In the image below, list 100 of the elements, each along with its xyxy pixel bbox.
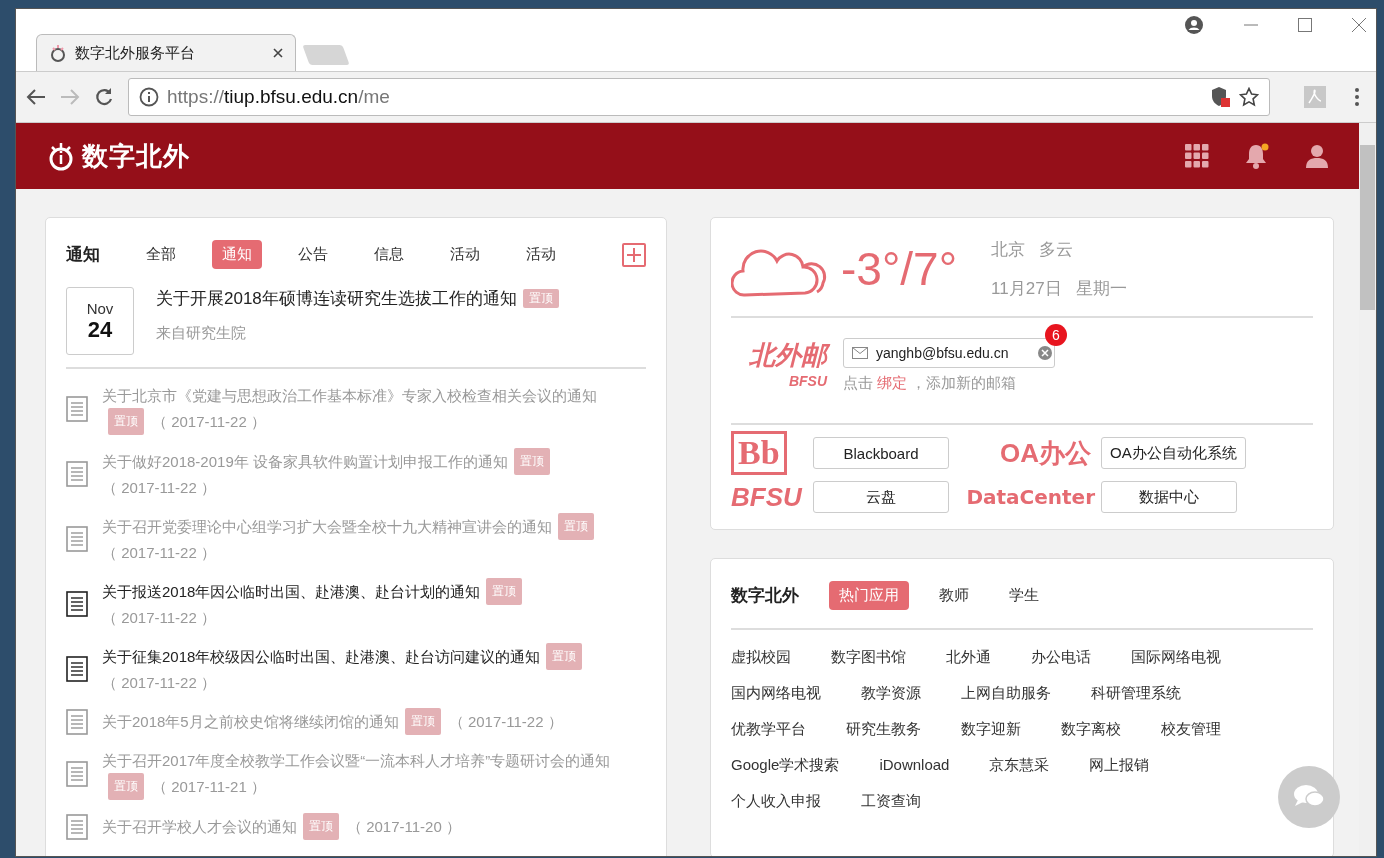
pinned-tag: 置顶 (303, 813, 339, 840)
notice-date: （ 2017-11-20 ） (347, 818, 461, 835)
system-logo: BFSU (731, 481, 804, 513)
date-text: 11月27日 (991, 278, 1062, 300)
document-icon (66, 708, 88, 735)
pinned-tag: 置顶 (404, 708, 441, 735)
system-logo: DataCenter (966, 485, 1095, 509)
plus-icon (627, 247, 641, 262)
app-link[interactable]: 工资查询 (861, 792, 921, 811)
notice-date: （ 2017-11-22 ） (102, 544, 216, 561)
category-tab[interactable]: 公告 (288, 240, 338, 269)
star-icon[interactable] (1239, 87, 1259, 107)
category-tab[interactable]: 信息 (364, 240, 414, 269)
app-category-tab[interactable]: 教师 (929, 581, 979, 610)
category-tab[interactable]: 活动 (516, 240, 566, 269)
document-icon (66, 396, 88, 422)
app-link[interactable]: 科研管理系统 (1091, 684, 1181, 703)
document-icon (66, 591, 88, 617)
notice-link[interactable]: 关于报送2018年因公临时出国、赴港澳、赴台计划的通知 置顶 （ 2017-11-22 ） (102, 578, 632, 630)
app-link[interactable]: 虚拟校园 (731, 648, 791, 667)
app-link[interactable]: 办公电话 (1031, 648, 1091, 667)
url-text: https://tiup.bfsu.edu.cn/me (167, 86, 391, 108)
menu-icon[interactable] (1354, 87, 1360, 107)
app-link[interactable]: 数字图书馆 (831, 648, 906, 667)
weekday-text: 星期一 (1075, 278, 1127, 300)
city-text: 北京 (991, 239, 1026, 261)
shield-icon[interactable] (1211, 86, 1231, 108)
app-category-tab[interactable]: 学生 (999, 581, 1049, 610)
app-link[interactable]: 数字迎新 (961, 720, 1021, 739)
date-day: 24 (87, 316, 113, 343)
system-logo: OA办公 (1000, 436, 1091, 470)
mail-logo-subtext: BFSU (788, 373, 827, 389)
app-link[interactable]: 研究生教务 (846, 720, 921, 739)
notice-date: （ 2017-11-21 ） (152, 778, 266, 795)
pinned-tag: 置顶 (108, 408, 144, 435)
pinned-tag: 置顶 (513, 448, 550, 475)
site-logo[interactable]: 数字北外 (82, 138, 190, 174)
featured-notice-title[interactable]: 关于开展2018年硕博连读研究生选拔工作的通知 置顶 (156, 287, 567, 310)
tab-title: 数字北外服务平台 (75, 43, 196, 63)
notice-date: （ 2017-11-22 ） (102, 479, 216, 496)
app-link[interactable]: 网上报销 (1089, 756, 1150, 775)
bell-icon[interactable] (1243, 142, 1271, 170)
card-title: 数字北外 (731, 585, 799, 607)
info-icon (139, 87, 159, 107)
pinned-tag: 置顶 (108, 773, 144, 800)
close-icon[interactable] (1352, 18, 1366, 32)
app-link[interactable]: 国际网络电视 (1131, 648, 1221, 667)
bind-hint-text: 点击 绑定 ，添加新的邮箱 (843, 374, 1018, 393)
document-icon (66, 526, 88, 552)
app-link[interactable]: Google学术搜索 (731, 756, 840, 775)
browser-tab[interactable]: 数字北外服务平台 (36, 34, 296, 71)
system-button[interactable]: 云盘 (813, 481, 949, 513)
app-link[interactable]: 京东慧采 (989, 756, 1050, 775)
app-link[interactable]: 国内网络电视 (731, 684, 821, 703)
date-month: Nov (86, 299, 114, 317)
pinned-tag: 置顶 (546, 643, 583, 670)
document-icon (66, 761, 88, 787)
app-link[interactable]: 数字离校 (1061, 720, 1121, 739)
profile-icon[interactable] (1184, 15, 1204, 35)
maximize-icon[interactable] (1298, 18, 1312, 32)
site-favicon-icon (49, 44, 67, 62)
app-link[interactable]: 上网自助服务 (961, 684, 1051, 703)
envelope-icon (852, 347, 868, 359)
unread-count-badge: 6 (1045, 324, 1067, 346)
notice-date: （ 2017-11-22 ） (152, 413, 266, 430)
system-button[interactable]: OA办公自动化系统 (1101, 437, 1246, 469)
system-logo: Bb (731, 431, 787, 475)
pinned-tag: 置顶 (486, 578, 523, 605)
close-icon[interactable] (273, 48, 283, 58)
weather-condition: 多云 (1039, 239, 1074, 261)
app-link[interactable]: 优教学平台 (731, 720, 806, 739)
document-icon (66, 461, 88, 487)
notice-link[interactable]: 关于征集2018年校级因公临时出国、赴港澳、赴台访问建议的通知 置顶 （ 2017-11-22 ） (102, 643, 632, 695)
notice-date: （ 2017-11-22 ） (102, 609, 216, 626)
pinned-tag: 置顶 (558, 513, 594, 540)
app-link[interactable]: 北外通 (946, 648, 991, 667)
category-tab[interactable]: 全部 (136, 240, 186, 269)
system-button[interactable]: Blackboard (813, 437, 949, 469)
app-link[interactable]: 教学资源 (861, 684, 921, 703)
system-button[interactable]: 数据中心 (1101, 481, 1237, 513)
app-link[interactable]: 校友管理 (1161, 720, 1221, 739)
document-icon (66, 813, 88, 840)
app-link[interactable]: iDownload (879, 756, 950, 775)
scrollbar[interactable] (1359, 123, 1376, 856)
user-icon[interactable] (1305, 144, 1329, 168)
back-arrow-icon[interactable] (26, 88, 46, 106)
clear-icon[interactable] (1038, 346, 1052, 360)
notice-date: （ 2017-11-22 ） (102, 674, 216, 691)
temperature-text: -3°/7° (841, 242, 958, 296)
app-link[interactable]: 个人收入申报 (731, 792, 821, 811)
address-bar[interactable]: https://tiup.bfsu.edu.cn/me (128, 78, 1270, 116)
document-icon (66, 656, 88, 682)
add-button[interactable] (622, 242, 646, 267)
apps-grid-icon[interactable] (1185, 144, 1209, 168)
notice-source: 来自研究生院 (156, 324, 247, 343)
notice-date: （ 2017-11-22 ） (448, 713, 563, 730)
category-tab[interactable]: 活动 (440, 240, 490, 269)
card-title: 通知 (66, 244, 100, 266)
reload-icon[interactable] (94, 87, 114, 107)
pinned-tag: 置顶 (522, 289, 559, 308)
